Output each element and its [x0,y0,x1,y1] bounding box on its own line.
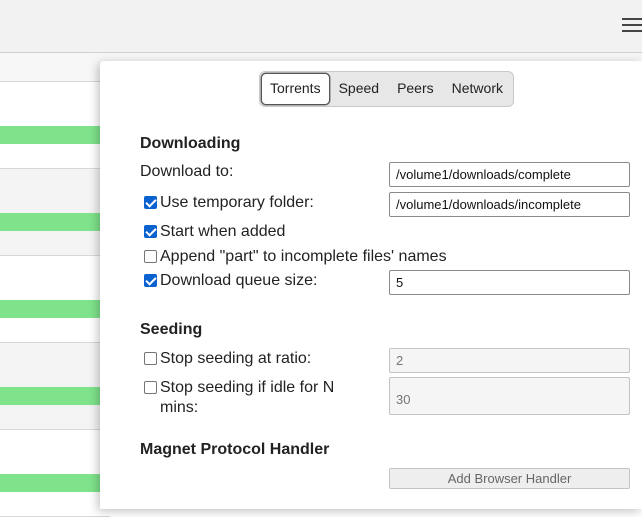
idle-minutes-field[interactable] [389,377,630,415]
stop-if-idle-label: Stop seeding if idle for N mins: [160,379,335,416]
hamburger-menu-icon[interactable] [622,14,642,34]
append-part-checkbox[interactable] [144,250,157,263]
tab-peers[interactable]: Peers [388,73,443,105]
append-part-label: Append "part" to incomplete files' names [160,248,447,265]
top-toolbar [0,0,642,53]
torrent-row[interactable] [0,169,110,256]
downloading-section-title: Downloading [140,135,241,152]
torrent-row[interactable] [0,343,110,430]
progress-bar [0,126,110,144]
tab-network[interactable]: Network [443,73,512,105]
stop-if-idle-checkbox[interactable] [144,381,157,394]
torrent-row[interactable] [0,82,110,169]
progress-bar [0,387,110,405]
use-temp-folder-checkbox[interactable] [144,196,157,209]
queue-size-field[interactable] [389,270,630,295]
download-to-field[interactable] [389,162,630,187]
download-to-label: Download to: [140,163,234,180]
start-when-added-checkbox[interactable] [144,225,157,238]
stop-if-idle-option: Stop seeding if idle for N mins: [140,379,345,418]
preferences-dialog: Torrents Speed Peers Network Downloading… [100,61,642,509]
temp-folder-field[interactable] [389,192,630,217]
use-temp-folder-option: Use temporary folder: [144,194,314,212]
progress-bar [0,213,110,231]
ratio-field[interactable] [389,348,630,373]
stop-at-ratio-label: Stop seeding at ratio: [160,350,312,367]
start-when-added-label: Start when added [160,223,286,240]
start-when-added-option: Start when added [144,223,285,241]
progress-bar [0,300,110,318]
torrent-row[interactable] [0,256,110,343]
progress-bar [0,474,110,492]
magnet-section-title: Magnet Protocol Handler [140,441,330,458]
tab-torrents[interactable]: Torrents [261,73,330,105]
torrent-row[interactable] [0,430,110,517]
queue-size-option: Download queue size: [144,272,317,290]
queue-size-label: Download queue size: [160,272,318,289]
use-temp-folder-label: Use temporary folder: [160,194,314,211]
seeding-section-title: Seeding [140,321,203,338]
stop-at-ratio-option: Stop seeding at ratio: [144,350,311,368]
preferences-tabs: Torrents Speed Peers Network [259,71,514,107]
add-browser-handler-button[interactable]: Add Browser Handler [389,468,630,489]
queue-size-checkbox[interactable] [144,274,157,287]
tab-speed[interactable]: Speed [330,73,388,105]
stop-at-ratio-checkbox[interactable] [144,352,157,365]
append-part-option: Append "part" to incomplete files' names [144,248,447,266]
